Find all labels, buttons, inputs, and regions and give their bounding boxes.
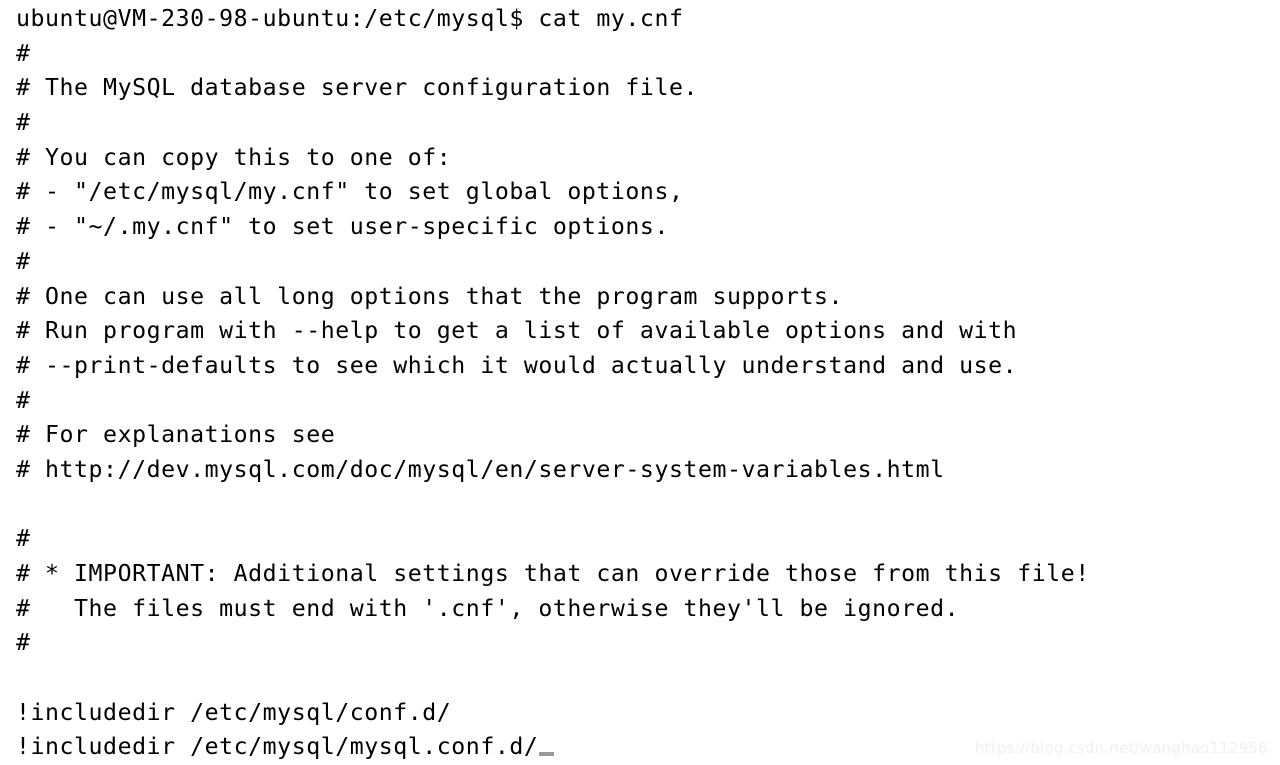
config-line: # [16, 525, 31, 553]
config-line-includedir-text: !includedir /etc/mysql/mysql.conf.d/ [16, 733, 539, 761]
config-line: # [16, 39, 31, 67]
config-line: # [16, 109, 31, 137]
config-line: # - "/etc/mysql/my.cnf" to set global op… [16, 178, 684, 206]
config-line-important: # * IMPORTANT: Additional settings that … [16, 560, 1090, 587]
config-line-url: # http://dev.mysql.com/doc/mysql/en/serv… [16, 455, 945, 483]
config-line: # [16, 247, 31, 275]
config-line: # --print-defaults to see which it would… [16, 351, 1018, 379]
config-line: # The MySQL database server configuratio… [16, 74, 698, 102]
terminal-output: ubuntu@VM-230-98-ubuntu:/etc/mysql$ cat … [16, 2, 1280, 765]
config-line: # For explanations see [16, 421, 336, 449]
config-line: # You can copy this to one of: [16, 143, 452, 171]
config-line-includedir: !includedir /etc/mysql/conf.d/ [16, 698, 452, 726]
text-cursor [539, 752, 555, 757]
terminal-window[interactable]: ubuntu@VM-230-98-ubuntu:/etc/mysql$ cat … [0, 0, 1280, 765]
config-line: # The files must end with '.cnf', otherw… [16, 594, 960, 622]
config-line-blank [16, 661, 1280, 696]
config-line-blank [16, 488, 1280, 523]
terminal-prompt-line: ubuntu@VM-230-98-ubuntu:/etc/mysql$ cat … [16, 5, 684, 32]
config-line: # - "~/.my.cnf" to set user-specific opt… [16, 213, 669, 241]
config-line: # [16, 629, 31, 657]
config-line: # One can use all long options that the … [16, 282, 844, 310]
watermark: https://blog.csdn.net/wanghao112956 [974, 739, 1268, 757]
config-line: # [16, 386, 31, 414]
config-line: # Run program with --help to get a list … [16, 317, 1018, 345]
